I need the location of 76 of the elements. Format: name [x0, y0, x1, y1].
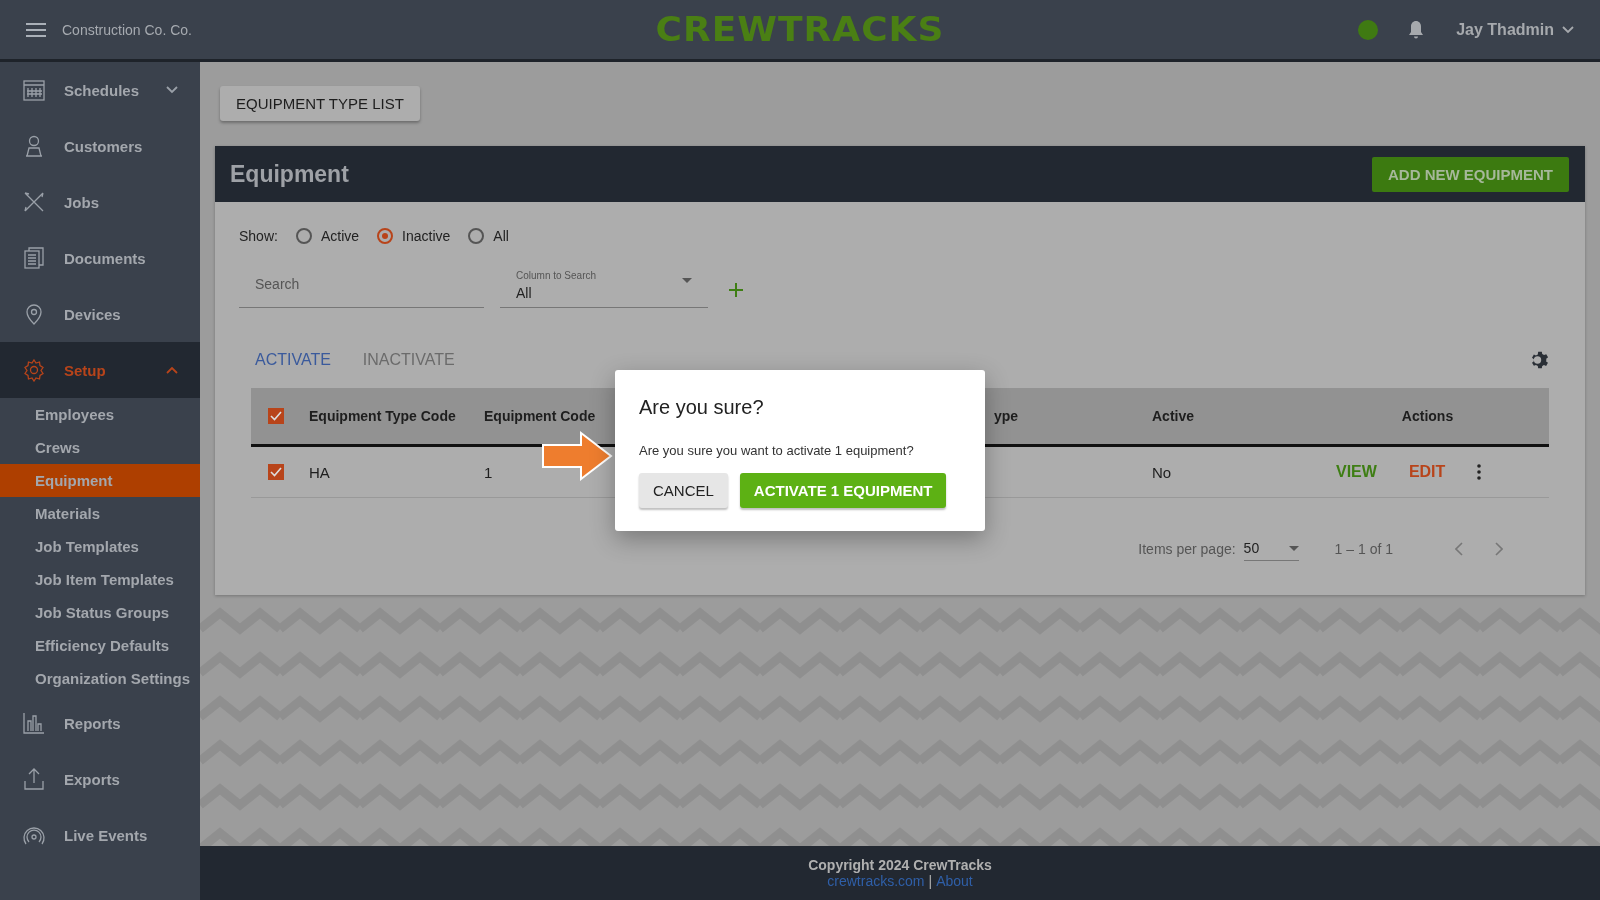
dropdown-caret-icon	[682, 278, 692, 283]
table-cell: No	[1152, 463, 1172, 481]
sidebar-subitem[interactable]: Job Templates	[0, 530, 200, 563]
pointer-arrow	[541, 431, 613, 481]
select-all-checkbox[interactable]	[268, 408, 284, 424]
radio-button[interactable]	[377, 228, 394, 244]
sidebar-subitem[interactable]: Equipment	[0, 464, 200, 497]
sidebar-subitem[interactable]: Crews	[0, 431, 200, 464]
sidebar-icon	[22, 190, 46, 214]
sidebar-subitem[interactable]: Job Item Templates	[0, 563, 200, 596]
column-header[interactable]: Equipment Type Code	[309, 408, 456, 424]
sidebar-item[interactable]: Customers	[0, 118, 200, 174]
sidebar-item[interactable]: Reports	[0, 695, 200, 751]
radio-label: Active	[320, 228, 360, 244]
chevron-icon	[166, 366, 178, 374]
dialog-message: Are you sure you want to activate 1 equipment?	[639, 443, 915, 458]
organization-name: Construction Co. Co.	[62, 21, 192, 38]
column-select[interactable]: Column to Search All	[500, 260, 708, 308]
row-checkbox[interactable]	[268, 464, 284, 480]
table-cell: 1	[484, 463, 493, 481]
sidebar-icon	[22, 246, 46, 270]
page-range: 1 – 1 of 1	[1334, 540, 1393, 557]
sidebar-item[interactable]: Live Events	[0, 807, 200, 863]
sidebar-item[interactable]: Setup	[0, 342, 200, 398]
add-equipment-button[interactable]: ADD NEW EQUIPMENT	[1372, 156, 1569, 192]
radio-option[interactable]: Active	[295, 228, 360, 244]
about-link[interactable]: About	[936, 873, 973, 889]
sidebar-icon	[22, 711, 46, 735]
add-filter-icon[interactable]	[728, 282, 744, 298]
dropdown-caret-icon	[1288, 545, 1299, 551]
column-header[interactable]: Active	[1152, 408, 1195, 424]
radio-option[interactable]: Inactive	[377, 228, 451, 244]
activate-button[interactable]: ACTIVATE 1 EQUIPMENT	[739, 473, 947, 508]
search-field[interactable]: Search	[239, 260, 484, 308]
equipment-type-list-button[interactable]: EQUIPMENT TYPE LIST	[220, 86, 420, 121]
sidebar-item[interactable]: Schedules	[0, 62, 200, 118]
sidebar-subitem[interactable]: Materials	[0, 497, 200, 530]
radio-label: All	[493, 228, 509, 244]
radio-button[interactable]	[468, 228, 485, 244]
page-size-select[interactable]: 50	[1243, 536, 1299, 561]
sidebar-subitem[interactable]: Efficiency Defaults	[0, 629, 200, 662]
more-icon[interactable]	[1477, 464, 1482, 480]
row-action-link[interactable]: VIEW	[1336, 463, 1377, 481]
radio-option[interactable]: All	[468, 228, 509, 244]
table-cell: HA	[309, 463, 330, 481]
column-header[interactable]: ype	[994, 408, 1019, 424]
radio-label: Inactive	[402, 228, 451, 244]
chevron-icon	[166, 86, 178, 94]
menu-icon[interactable]	[26, 22, 46, 37]
cancel-button[interactable]: CANCEL	[639, 473, 728, 508]
sidebar-icon	[22, 767, 46, 791]
website-link[interactable]: crewtracks.com	[827, 873, 925, 889]
page-title: Equipment	[230, 160, 349, 188]
sidebar-item[interactable]: Devices	[0, 286, 200, 342]
show-label: Show:	[239, 228, 278, 244]
sidebar-item[interactable]: Jobs	[0, 174, 200, 230]
bell-icon[interactable]	[1408, 19, 1425, 40]
sidebar-subitem[interactable]: Job Status Groups	[0, 596, 200, 629]
link-separator: |	[928, 873, 933, 889]
sidebar-subitem[interactable]: Employees	[0, 398, 200, 431]
radio-button[interactable]	[295, 228, 312, 244]
sidebar-icon	[22, 78, 46, 102]
sidebar-icon	[22, 358, 46, 382]
bulk-action-button[interactable]: ACTIVATE	[239, 351, 331, 369]
row-action-link[interactable]: EDIT	[1408, 463, 1446, 481]
column-header: Actions	[1401, 408, 1454, 424]
sidebar-subitem[interactable]: Organization Settings	[0, 662, 200, 695]
items-per-page-label: Items per page:	[1138, 540, 1236, 557]
copyright-text: Copyright 2024 CrewTracks	[808, 857, 992, 873]
dialog-title: Are you sure?	[639, 396, 765, 419]
sidebar-item[interactable]: Exports	[0, 751, 200, 807]
settings-icon[interactable]	[1529, 349, 1551, 371]
chevron-icon	[1562, 25, 1574, 34]
column-header[interactable]: Equipment Code	[484, 408, 596, 424]
sidebar-item[interactable]: Documents	[0, 230, 200, 286]
user-menu[interactable]: Jay Thadmin	[1456, 20, 1574, 39]
